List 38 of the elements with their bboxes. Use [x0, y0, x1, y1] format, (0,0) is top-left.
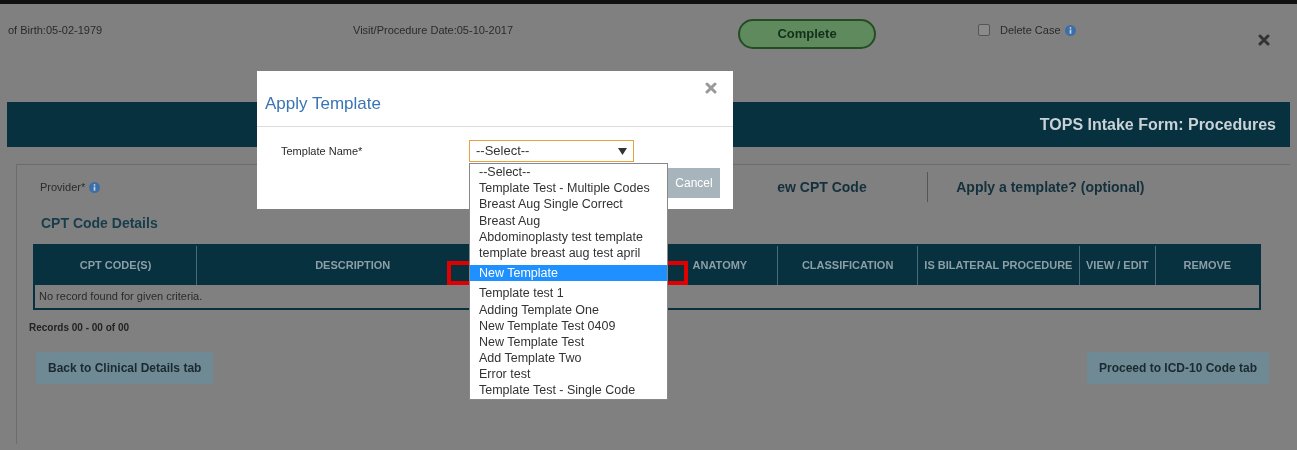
dropdown-option[interactable]: Abdominoplasty test template	[470, 228, 667, 245]
dropdown-option[interactable]: Breast Aug	[470, 212, 667, 229]
back-button[interactable]: Back to Clinical Details tab	[36, 352, 214, 384]
checkbox[interactable]	[978, 24, 990, 37]
dropdown-option[interactable]: Adding Template One	[470, 301, 667, 318]
provider-label: Provider*	[40, 179, 86, 195]
column-header: IS BILATERAL PROCEDURE	[917, 245, 1080, 285]
complete-button[interactable]: Complete	[738, 19, 876, 49]
column-header: CLASSIFICATION	[777, 245, 918, 285]
close-icon[interactable]	[705, 82, 717, 94]
column-header: VIEW / EDIT	[1079, 245, 1156, 285]
info-icon[interactable]	[89, 181, 101, 193]
dropdown-option[interactable]: --Select--	[470, 164, 667, 181]
dialog-title: Apply Template	[265, 93, 381, 115]
field-label: Template Name*	[281, 144, 363, 159]
info-icon[interactable]	[1064, 24, 1076, 36]
visit-date-text: Visit/Procedure Date:05-10-2017	[353, 23, 514, 38]
dropdown-option[interactable]: Template Test - Multiple Codes	[470, 180, 667, 197]
empty-message: No record found for given criteria.	[39, 290, 203, 303]
dropdown-option[interactable]: New Template Test	[470, 333, 667, 351]
form-title: TOPS Intake Form: Procedures	[1039, 114, 1276, 135]
apply-template-link[interactable]: Apply a template? (optional)	[956, 176, 1145, 198]
close-icon[interactable]	[1258, 34, 1270, 46]
records-count: Records 00 - 00 of 00	[29, 322, 130, 333]
dropdown-option[interactable]: Add Template Two	[470, 350, 667, 367]
column-header: REMOVE	[1155, 245, 1260, 285]
proceed-button[interactable]: Proceed to ICD-10 Code tab	[1086, 352, 1269, 384]
column-header: CPT CODE(S)	[34, 245, 197, 285]
dropdown-option[interactable]: Template test 1	[470, 285, 667, 302]
section-title: CPT Code Details	[41, 215, 158, 231]
template-select[interactable]: --Select--	[469, 140, 634, 162]
dropdown-option[interactable]: New Template Test 0409	[470, 317, 667, 334]
dropdown-option[interactable]: Error test	[470, 366, 667, 383]
add-cpt-code-link[interactable]: ew CPT Code	[777, 176, 928, 198]
dropdown-option[interactable]: Template Test - Single Code	[470, 382, 667, 399]
dropdown-option[interactable]: Breast Aug Single Correct	[470, 196, 667, 213]
delete-case-label: Delete Case	[1000, 23, 1061, 38]
birth-date-text: of Birth:05-02-1979	[8, 23, 104, 38]
